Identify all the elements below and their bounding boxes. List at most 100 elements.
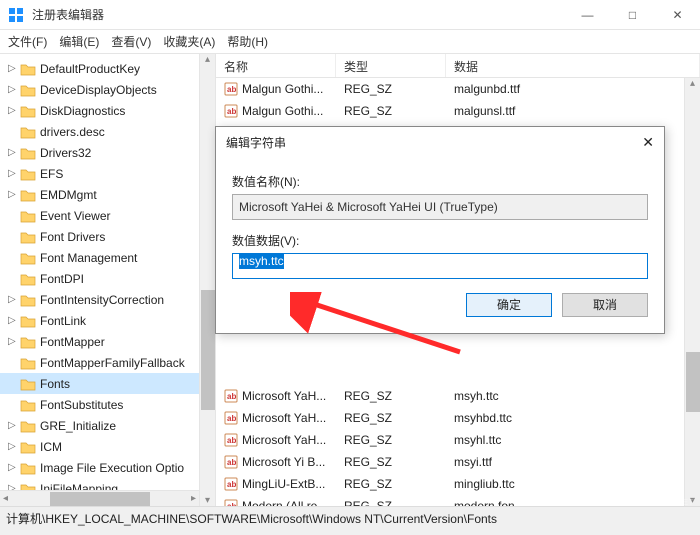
- tree-item-label: FontDPI: [40, 272, 84, 286]
- scroll-left-icon[interactable]: ◂: [3, 493, 8, 504]
- tree-item-label: Event Viewer: [40, 209, 110, 223]
- tree-pane: ▷DefaultProductKey▷DeviceDisplayObjects▷…: [0, 54, 216, 506]
- tree-item[interactable]: ▷DiskDiagnostics: [0, 100, 215, 121]
- menu-view[interactable]: 查看(V): [111, 33, 151, 50]
- tree-item[interactable]: ▷FontMapper: [0, 331, 215, 352]
- svg-text:ab: ab: [227, 107, 236, 116]
- value-name: Microsoft YaH...: [242, 433, 326, 447]
- expand-icon[interactable]: ▷: [8, 147, 18, 158]
- expand-icon[interactable]: ▷: [8, 105, 18, 116]
- expand-icon[interactable]: ▷: [8, 168, 18, 179]
- list-row[interactable]: abMicrosoft Yi B...REG_SZmsyi.ttf: [216, 451, 700, 473]
- tree-item[interactable]: Font Management: [0, 247, 215, 268]
- tree-item[interactable]: Event Viewer: [0, 205, 215, 226]
- list-row[interactable]: ab MingLiU-ExtB... REG_SZmingliub.ttc: [216, 473, 700, 495]
- list-row[interactable]: abMicrosoft YaH...REG_SZmsyh.ttc: [216, 385, 700, 407]
- list-scrollbar-vertical[interactable]: ▴ ▾: [684, 78, 700, 506]
- cancel-button[interactable]: 取消: [562, 293, 648, 317]
- tree-scrollbar-horizontal[interactable]: ◂ ▸: [0, 490, 199, 506]
- expand-icon[interactable]: ▷: [8, 84, 18, 95]
- value-type: REG_SZ: [336, 433, 446, 447]
- scroll-down-icon[interactable]: ▾: [205, 495, 210, 506]
- dialog-close-button[interactable]: ✕: [642, 134, 654, 151]
- value-name: Microsoft YaH...: [242, 411, 326, 425]
- svg-text:ab: ab: [227, 85, 236, 94]
- title-bar: 注册表编辑器 — □ ✕: [0, 0, 700, 30]
- tree-item[interactable]: FontSubstitutes: [0, 394, 215, 415]
- value-name: Microsoft YaH...: [242, 389, 326, 403]
- tree-item-label: Drivers32: [40, 146, 91, 160]
- scroll-thumb-h[interactable]: [50, 492, 150, 506]
- expand-icon[interactable]: ▷: [8, 462, 18, 473]
- scroll-down-icon[interactable]: ▾: [690, 495, 695, 506]
- tree-item[interactable]: drivers.desc: [0, 121, 215, 142]
- svg-text:ab: ab: [227, 502, 236, 506]
- tree-item[interactable]: ▷GRE_Initialize: [0, 415, 215, 436]
- expand-icon[interactable]: ▷: [8, 63, 18, 74]
- svg-text:ab: ab: [227, 480, 236, 489]
- value-data-field[interactable]: msyh.ttc: [232, 253, 648, 279]
- tree-item-label: Font Drivers: [40, 230, 105, 244]
- scroll-up-icon[interactable]: ▴: [205, 54, 210, 65]
- value-data: msyh.ttc: [446, 389, 700, 403]
- dialog-title: 编辑字符串: [226, 134, 286, 151]
- tree-item-label: drivers.desc: [40, 125, 105, 139]
- menu-favorites[interactable]: 收藏夹(A): [163, 33, 215, 50]
- list-row[interactable]: abMalgun Gothi...REG_SZmalgunsl.ttf: [216, 100, 700, 122]
- minimize-button[interactable]: —: [565, 0, 610, 30]
- value-name: MingLiU-ExtB...: [242, 477, 325, 491]
- tree-item[interactable]: ▷EMDMgmt: [0, 184, 215, 205]
- column-type[interactable]: 类型: [336, 54, 446, 77]
- tree-item[interactable]: ▷ Drivers32: [0, 142, 215, 163]
- expand-icon[interactable]: ▷: [8, 336, 18, 347]
- expand-icon[interactable]: ▷: [8, 441, 18, 452]
- value-type: REG_SZ: [336, 411, 446, 425]
- tree-item-label: EFS: [40, 167, 63, 181]
- tree-item-label: Image File Execution Optio: [40, 461, 184, 475]
- tree-item[interactable]: ▷ICM: [0, 436, 215, 457]
- scroll-thumb[interactable]: [686, 352, 700, 412]
- scroll-thumb[interactable]: [201, 290, 215, 410]
- menu-file[interactable]: 文件(F): [8, 33, 47, 50]
- menu-edit[interactable]: 编辑(E): [59, 33, 99, 50]
- expand-icon[interactable]: ▷: [8, 420, 18, 431]
- list-row[interactable]: abMicrosoft YaH...REG_SZmsyhbd.ttc: [216, 407, 700, 429]
- value-data: malgunsl.ttf: [446, 104, 700, 118]
- expand-icon[interactable]: ▷: [8, 189, 18, 200]
- tree-item[interactable]: ▷FontLink: [0, 310, 215, 331]
- expand-icon[interactable]: ▷: [8, 294, 18, 305]
- list-row[interactable]: abModern (All re...REG_SZmodern.fon: [216, 495, 700, 506]
- tree-item[interactable]: FontMapperFamilyFallback: [0, 352, 215, 373]
- tree-item[interactable]: Font Drivers: [0, 226, 215, 247]
- ok-button[interactable]: 确定: [466, 293, 552, 317]
- svg-text:ab: ab: [227, 458, 236, 467]
- menu-help[interactable]: 帮助(H): [227, 33, 268, 50]
- close-button[interactable]: ✕: [655, 0, 700, 30]
- value-data: mingliub.ttc: [446, 477, 700, 491]
- registry-tree[interactable]: ▷DefaultProductKey▷DeviceDisplayObjects▷…: [0, 54, 215, 506]
- status-path: 计算机\HKEY_LOCAL_MACHINE\SOFTWARE\Microsof…: [6, 510, 497, 527]
- list-row[interactable]: abMalgun Gothi...REG_SZmalgunbd.ttf: [216, 78, 700, 100]
- tree-item-label: FontSubstitutes: [40, 398, 123, 412]
- window-title: 注册表编辑器: [32, 6, 565, 23]
- expand-icon[interactable]: ▷: [8, 315, 18, 326]
- tree-item[interactable]: Fonts: [0, 373, 215, 394]
- tree-item[interactable]: ▷DeviceDisplayObjects: [0, 79, 215, 100]
- tree-item[interactable]: ▷ Image File Execution Optio: [0, 457, 215, 478]
- column-data[interactable]: 数据: [446, 54, 700, 77]
- scroll-right-icon[interactable]: ▸: [191, 493, 196, 504]
- value-type: REG_SZ: [336, 477, 446, 491]
- column-name[interactable]: 名称: [216, 54, 336, 77]
- value-type: REG_SZ: [336, 389, 446, 403]
- list-row[interactable]: abMicrosoft YaH...REG_SZmsyhl.ttc: [216, 429, 700, 451]
- value-name-label: 数值名称(N):: [232, 173, 648, 190]
- value-data: modern.fon: [446, 499, 700, 506]
- tree-item[interactable]: ▷ EFS: [0, 163, 215, 184]
- scroll-up-icon[interactable]: ▴: [690, 78, 695, 89]
- maximize-button[interactable]: □: [610, 0, 655, 30]
- tree-item[interactable]: ▷DefaultProductKey: [0, 58, 215, 79]
- tree-item[interactable]: ▷FontIntensityCorrection: [0, 289, 215, 310]
- tree-scrollbar-vertical[interactable]: ▴ ▾: [199, 54, 215, 506]
- value-data: malgunbd.ttf: [446, 82, 700, 96]
- tree-item[interactable]: FontDPI: [0, 268, 215, 289]
